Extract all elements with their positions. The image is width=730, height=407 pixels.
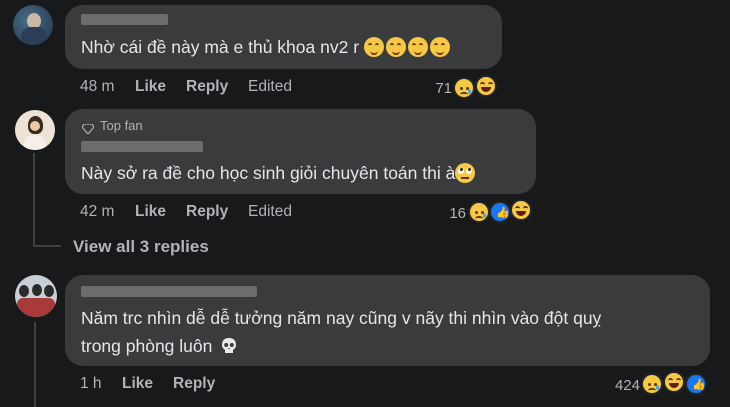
- smiling-hearts-face-icon: [407, 37, 428, 57]
- comment-text-line-1: Năm trc nhìn dễ dễ tưởng năm nay cũng v …: [81, 308, 602, 328]
- comment-text-line-2: trong phòng luôn: [81, 332, 237, 360]
- comment-text: Nhờ cái đề này mà e thủ khoa nv2 r: [81, 33, 450, 61]
- like-button[interactable]: Like: [135, 78, 166, 96]
- comment-text: Này sở ra đề cho học sinh giỏi chuyên to…: [81, 159, 476, 187]
- edited-label: Edited: [248, 203, 292, 220]
- rolling-eyes-face-icon: [455, 163, 476, 183]
- sad-face-icon: [641, 373, 663, 395]
- view-replies-link[interactable]: View all 3 replies: [73, 237, 209, 257]
- laughing-face-icon: [510, 199, 532, 221]
- reply-button[interactable]: Reply: [186, 203, 228, 221]
- redacted-name: [81, 14, 168, 25]
- comment-text-content: trong phòng luôn: [81, 336, 213, 356]
- reply-button[interactable]: Reply: [173, 375, 215, 393]
- comment-text-content: Nhờ cái đề này mà e thủ khoa nv2 r: [81, 37, 360, 57]
- like-button[interactable]: Like: [135, 203, 166, 221]
- reaction-count[interactable]: 16: [430, 205, 466, 222]
- like-thumb-icon: 👍: [685, 373, 707, 395]
- skull-icon: [221, 335, 237, 353]
- comment-timestamp[interactable]: 42 m: [80, 203, 114, 221]
- redacted-name: [81, 286, 257, 297]
- smiling-hearts-face-icon: [385, 37, 406, 57]
- reply-button[interactable]: Reply: [186, 78, 228, 96]
- top-fan-badge: Top fan: [100, 118, 143, 133]
- like-button[interactable]: Like: [122, 375, 153, 393]
- reaction-count[interactable]: 424: [600, 377, 640, 394]
- comment-timestamp[interactable]: 48 m: [80, 78, 114, 96]
- redacted-name: [81, 141, 203, 152]
- commenter-avatar[interactable]: [15, 275, 57, 317]
- comment-timestamp[interactable]: 1 h: [80, 375, 102, 393]
- laughing-face-icon: [663, 371, 685, 393]
- diamond-icon: [81, 121, 95, 135]
- sad-face-icon: [453, 77, 475, 99]
- sad-face-icon: [468, 201, 490, 223]
- like-thumb-icon: 👍: [489, 201, 511, 223]
- thread-line: [33, 153, 35, 247]
- edited-label: Edited: [248, 78, 292, 95]
- commenter-avatar[interactable]: [13, 5, 53, 45]
- smiling-hearts-face-icon: [363, 37, 384, 57]
- thread-line: [34, 322, 36, 407]
- reaction-count[interactable]: 71: [420, 80, 452, 97]
- comment-bubble: Nhờ cái đề này mà e thủ khoa nv2 r: [65, 5, 502, 69]
- comment-bubble: Top fan Này sở ra đề cho học sinh giỏi c…: [65, 109, 536, 194]
- laughing-face-icon: [475, 75, 497, 97]
- smiling-hearts-face-icon: [429, 37, 450, 57]
- comment-bubble: Năm trc nhìn dễ dễ tưởng năm nay cũng v …: [65, 275, 710, 366]
- comment-text-content: Này sở ra đề cho học sinh giỏi chuyên to…: [81, 163, 456, 183]
- thread-line-curve: [33, 245, 61, 247]
- commenter-avatar[interactable]: [15, 110, 55, 150]
